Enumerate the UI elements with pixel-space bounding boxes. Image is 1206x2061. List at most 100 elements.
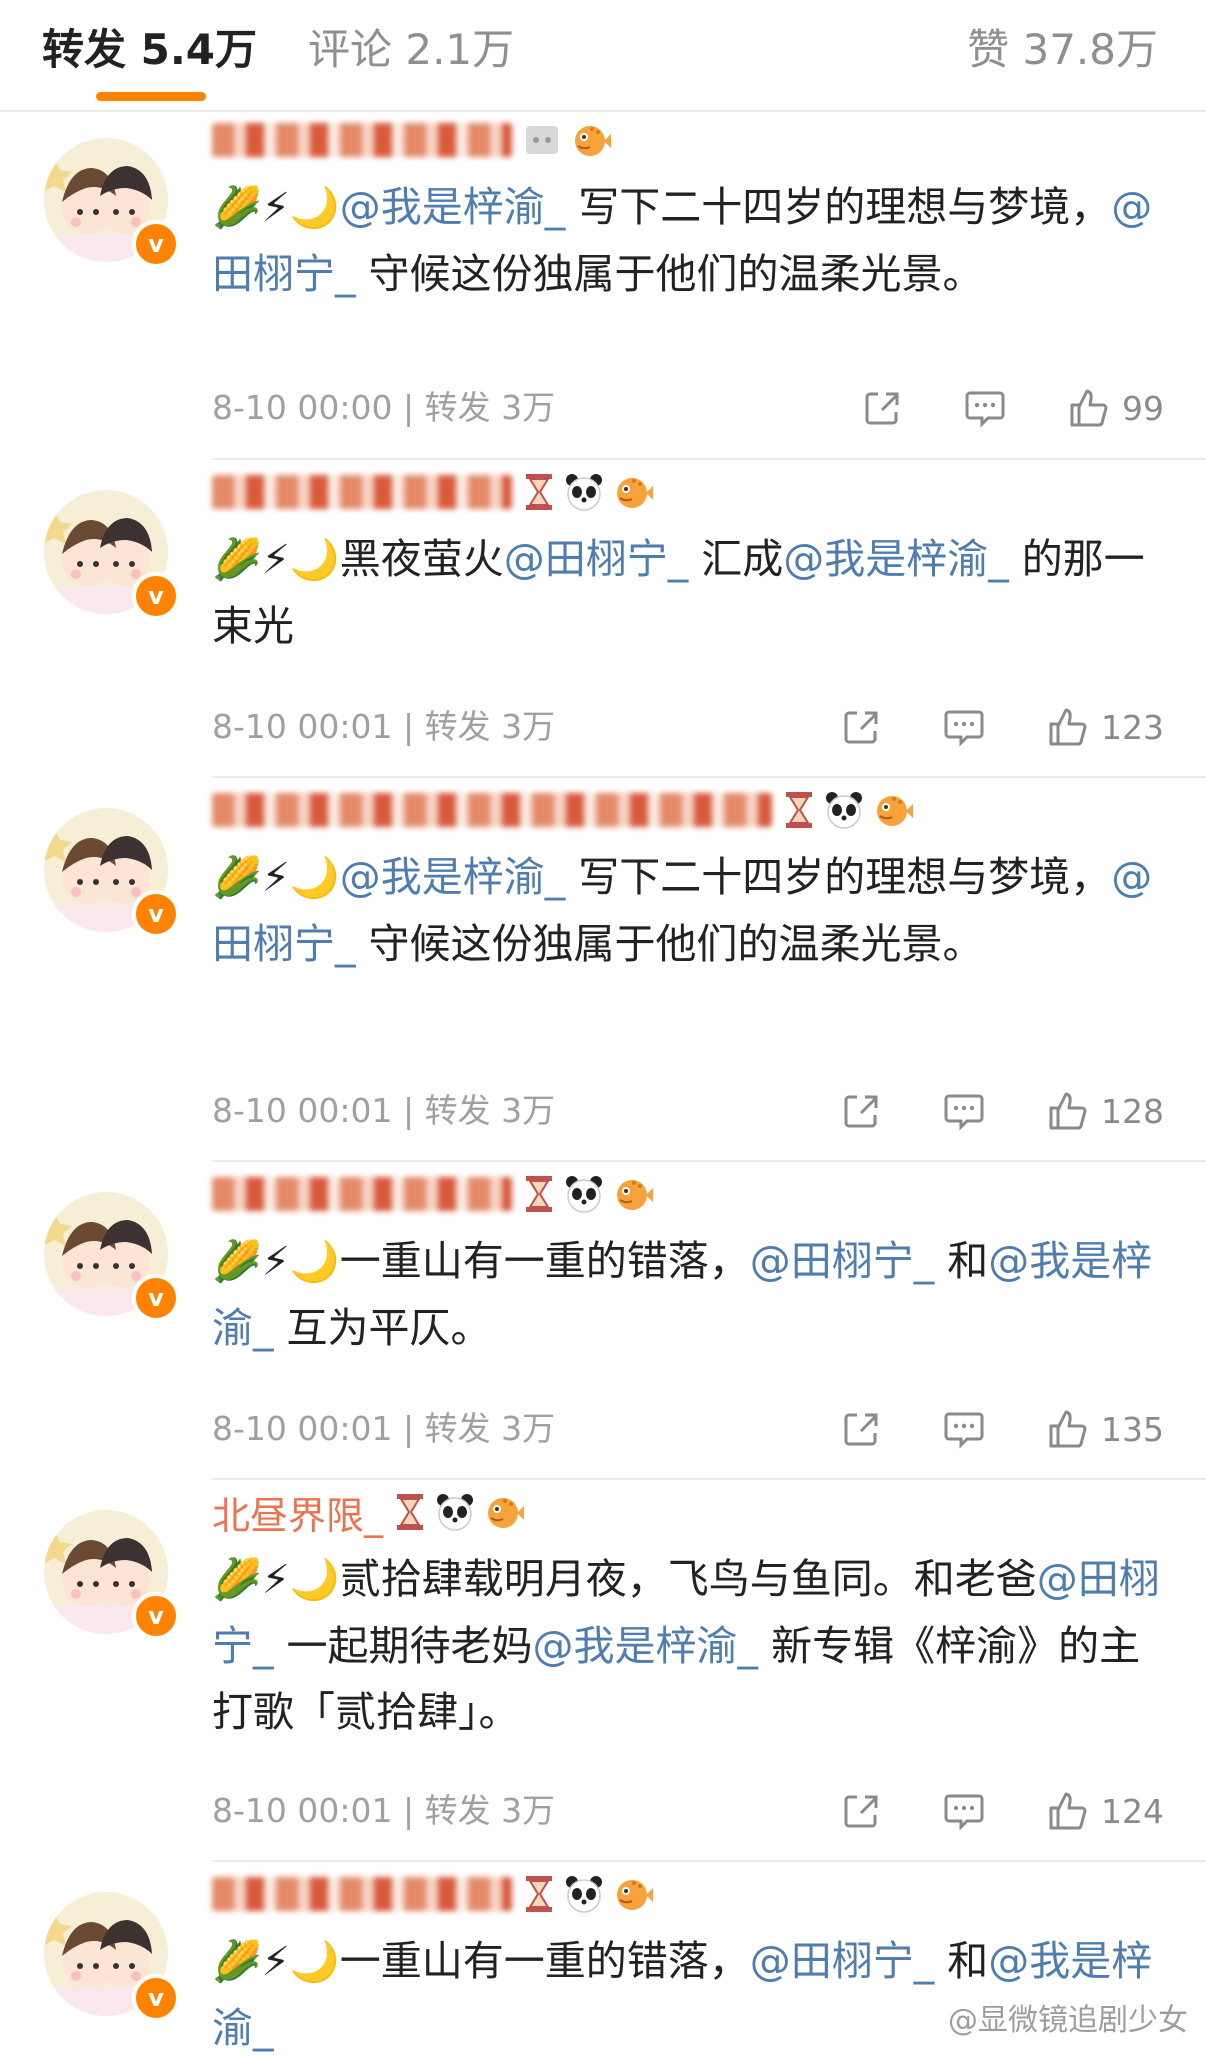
tab-comment[interactable]: 评论 2.1万 (308, 20, 514, 80)
timestamp: 8-10 00:00 (212, 388, 393, 427)
text-segment: 守候这份独属于他们的温柔光景。 (355, 920, 984, 968)
comment-icon (944, 710, 984, 747)
username-row (212, 462, 654, 522)
mention-link[interactable]: @田栩宁_ (750, 1937, 935, 1985)
comment-button[interactable] (943, 1091, 985, 1131)
repost-count: 转发 3万 (424, 707, 556, 746)
verified-badge-icon: v (132, 572, 180, 620)
text-segment: 一起期待老妈 (273, 1622, 533, 1670)
share-button[interactable] (841, 1409, 881, 1449)
pufferfish-icon (488, 1498, 525, 1528)
emoji-group: 🌽⚡🌙 (212, 537, 340, 583)
mention-link[interactable]: @田栩宁_ (504, 535, 689, 583)
like-button[interactable]: 128 (1047, 1090, 1164, 1132)
repost-item: v 🌽⚡🌙一重山有一重的错落，@田栩宁_ 和@我是梓渝_ 互为平仄。 8-10 00… (0, 1164, 1206, 1480)
pufferfish-icon (617, 1880, 653, 1910)
username[interactable]: 北昼界限_ (212, 1485, 383, 1540)
hourglass-icon (397, 1494, 424, 1530)
divider (212, 1860, 1206, 1862)
mention-link[interactable]: @我是梓渝_ (533, 1622, 759, 1670)
share-button[interactable] (862, 388, 902, 428)
comment-button[interactable] (943, 1409, 985, 1449)
like-button[interactable]: 124 (1047, 1790, 1164, 1832)
comment-button[interactable] (943, 1791, 985, 1831)
repost-item: v 北昼界限_ 🌽⚡🌙贰拾肆载明月夜，飞鸟与鱼同。和老爸@田栩宁_ 一起期待老妈@我… (0, 1482, 1206, 1862)
username[interactable] (212, 123, 512, 157)
comment-icon (965, 391, 1005, 428)
mention-link[interactable]: @我是梓渝_ (340, 183, 566, 231)
user-badges (782, 790, 914, 830)
user-badges (522, 1174, 654, 1214)
separator: | (392, 1409, 425, 1448)
share-button[interactable] (841, 707, 881, 747)
mention-link[interactable]: @我是梓渝_ (340, 853, 566, 901)
mention-link[interactable]: @田栩宁_ (750, 1237, 935, 1285)
username-row (212, 780, 914, 840)
like-count: 124 (1101, 1791, 1164, 1831)
username-row (212, 1864, 654, 1924)
pufferfish-icon (617, 1180, 653, 1210)
like-button[interactable]: 135 (1047, 1408, 1164, 1450)
share-icon (844, 1095, 878, 1128)
repost-item: v 🌽⚡🌙@我是梓渝_ 写下二十四岁的理想与梦境，@田栩宁_ 守候这份独属于他们的… (0, 110, 1206, 460)
like-count: 99 (1122, 388, 1164, 428)
like-count: 135 (1101, 1409, 1164, 1449)
timestamp: 8-10 00:01 (212, 1091, 393, 1130)
verified-badge-icon: v (132, 1974, 180, 2022)
panda-icon (566, 1176, 602, 1213)
verified-badge-icon: v (132, 1592, 180, 1640)
repost-count: 转发 3万 (424, 1409, 556, 1448)
like-icon (1049, 708, 1087, 746)
text-segment: 守候这份独属于他们的温柔光景。 (355, 250, 984, 298)
watermark: @显微镜追剧少女 (948, 2003, 1188, 2038)
post-meta: 8-10 00:00 | 转发 3万 (212, 383, 555, 433)
hourglass-icon (526, 474, 552, 510)
comment-button[interactable] (964, 388, 1006, 428)
like-icon (1049, 1792, 1087, 1830)
repost-text: 🌽⚡🌙黑夜萤火@田栩宁_ 汇成@我是梓渝_ 的那一束光 (212, 526, 1162, 659)
like-count: 123 (1101, 707, 1164, 747)
share-button[interactable] (841, 1091, 881, 1131)
share-icon (844, 711, 878, 744)
separator: | (392, 707, 425, 746)
like-icon (1049, 1410, 1087, 1448)
username[interactable] (212, 1877, 512, 1911)
share-button[interactable] (841, 1791, 881, 1831)
post-meta: 8-10 00:01 | 转发 3万 (212, 1786, 555, 1836)
mention-link[interactable]: @我是梓渝_ (783, 535, 1009, 583)
comment-icon (944, 1794, 984, 1831)
username[interactable] (212, 793, 772, 827)
pufferfish-icon (877, 796, 913, 826)
user-badges (522, 472, 654, 512)
verified-badge-icon: v (132, 1274, 180, 1322)
username-row: 北昼界限_ (212, 1482, 525, 1542)
repost-count: 转发 3万 (424, 1091, 556, 1130)
emoji-group: 🌽⚡🌙 (212, 1239, 340, 1285)
tab-repost[interactable]: 转发 5.4万 (42, 20, 257, 80)
like-icon (1070, 389, 1108, 427)
like-button[interactable]: 99 (1068, 387, 1164, 429)
text-segment: 一重山有一重的错落， (339, 1937, 750, 1985)
hourglass-icon (786, 792, 812, 828)
pending-badge-icon (526, 126, 558, 154)
divider (212, 1160, 1206, 1162)
username[interactable] (212, 475, 512, 509)
post-meta: 8-10 00:01 | 转发 3万 (212, 1086, 555, 1136)
text-segment: 和 (934, 1237, 989, 1285)
comment-icon (944, 1094, 984, 1131)
username[interactable] (212, 1177, 512, 1211)
pufferfish-icon (575, 126, 611, 156)
username-row (212, 1164, 654, 1224)
timestamp: 8-10 00:01 (212, 1409, 393, 1448)
repost-text: 🌽⚡🌙一重山有一重的错落，@田栩宁_ 和@我是梓渝_ 互为平仄。 (212, 1228, 1162, 1361)
comment-button[interactable] (943, 707, 985, 747)
share-icon (865, 392, 899, 425)
repost-count: 转发 3万 (424, 1791, 556, 1830)
text-segment: 一重山有一重的错落， (339, 1237, 750, 1285)
post-actions: 135 (779, 1404, 1164, 1454)
tab-bar: 转发 5.4万 评论 2.1万 赞 37.8万 (0, 0, 1206, 112)
timestamp: 8-10 00:01 (212, 707, 393, 746)
tab-like[interactable]: 赞 37.8万 (967, 20, 1158, 80)
like-button[interactable]: 123 (1047, 706, 1164, 748)
separator: | (392, 388, 425, 427)
